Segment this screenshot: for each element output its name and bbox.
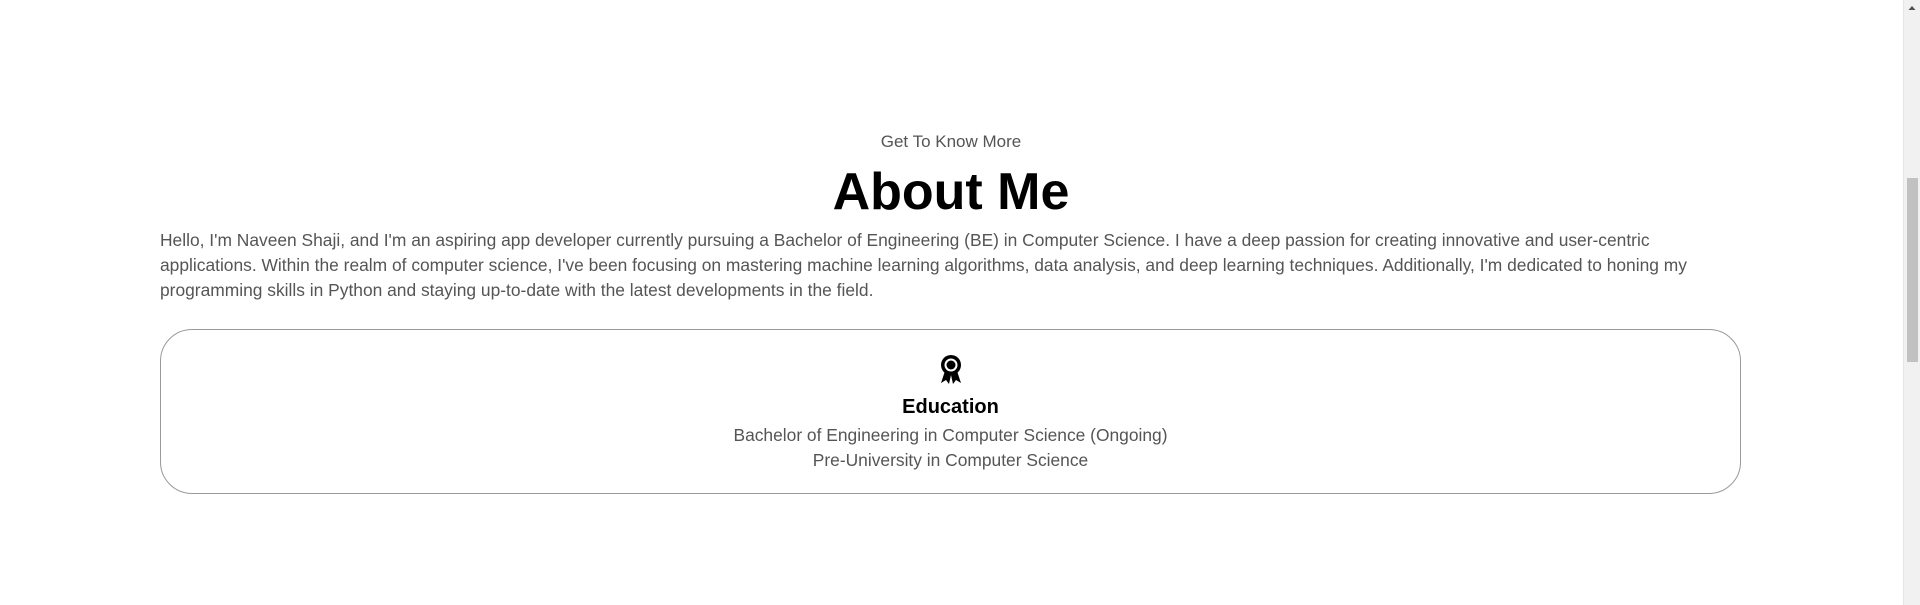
about-section: Get To Know More About Me Hello, I'm Nav… xyxy=(0,0,1902,605)
page: Get To Know More About Me Hello, I'm Nav… xyxy=(0,0,1920,605)
education-award-icon xyxy=(940,355,961,384)
section-subtitle: Get To Know More xyxy=(880,132,1022,151)
education-item: Bachelor of Engineering in Computer Scie… xyxy=(733,425,1168,445)
about-paragraph: Hello, I'm Naveen Shaji, and I'm an aspi… xyxy=(160,230,1687,300)
scrollbar-thumb[interactable] xyxy=(1907,178,1918,362)
education-card: Education Bachelor of Engineering in Com… xyxy=(160,329,1741,494)
scroll-up-arrow-icon[interactable] xyxy=(1904,0,1920,17)
education-item: Pre-University in Computer Science xyxy=(812,450,1089,470)
section-title: About Me xyxy=(832,163,1070,221)
education-title: Education xyxy=(902,396,999,418)
vertical-scrollbar[interactable] xyxy=(1903,0,1920,605)
